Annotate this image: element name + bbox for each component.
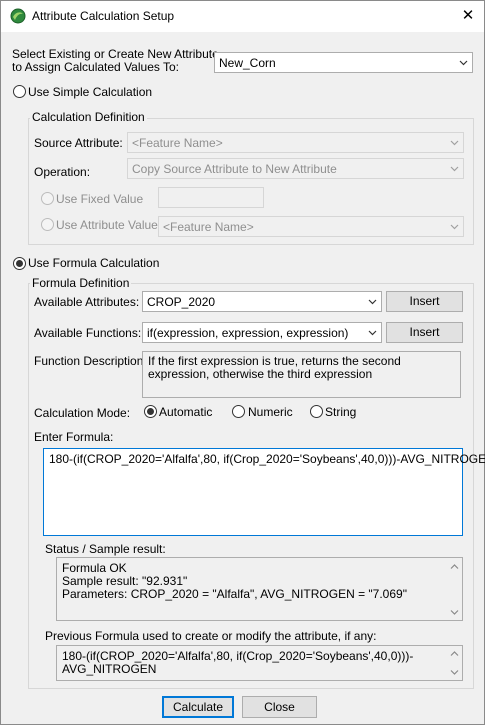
status-line-3: Parameters: CROP_2020 = "Alfalfa", AVG_N…	[62, 587, 407, 601]
use-fixed-value-radio[interactable]	[41, 192, 54, 205]
target-attribute-value: New_Corn	[219, 56, 276, 70]
previous-formula-line-1: 180-(if(CROP_2020='Alfalfa',80, if(Crop_…	[62, 649, 414, 663]
use-formula-calculation-radio[interactable]	[13, 257, 26, 270]
chevron-down-icon	[368, 299, 377, 305]
status-label: Status / Sample result:	[45, 542, 166, 556]
previous-formula-label: Previous Formula used to create or modif…	[45, 629, 377, 643]
function-description-label: Function Description:	[34, 354, 147, 368]
use-formula-calculation-label: Use Formula Calculation	[28, 256, 160, 270]
close-button-label: Close	[264, 700, 295, 714]
calculation-mode-label: Calculation Mode:	[34, 406, 131, 420]
chevron-down-icon	[459, 60, 468, 66]
dialog-window: Attribute Calculation Setup ✕ Select Exi…	[0, 0, 485, 725]
target-attribute-combo[interactable]: New_Corn	[214, 52, 473, 73]
available-functions-value: if(expression, expression, expression)	[147, 326, 349, 340]
enter-formula-label: Enter Formula:	[34, 430, 114, 444]
insert-function-button-label: Insert	[409, 325, 440, 339]
scroll-down-icon[interactable]	[450, 669, 459, 676]
attribute-value-combo[interactable]: <Feature Name>	[158, 216, 464, 237]
available-attributes-combo[interactable]: CROP_2020	[142, 291, 382, 312]
use-simple-calculation-radio[interactable]	[13, 85, 26, 98]
formula-definition-title: Formula Definition	[30, 276, 132, 290]
target-attribute-label-line2: to Assign Calculated Values To:	[12, 60, 179, 74]
use-simple-calculation-label: Use Simple Calculation	[28, 85, 153, 99]
close-button[interactable]: Close	[242, 696, 317, 718]
window-title: Attribute Calculation Setup	[32, 9, 175, 23]
title-bar: Attribute Calculation Setup ✕	[1, 1, 484, 32]
target-attribute-label-line1: Select Existing or Create New Attribute	[12, 47, 219, 61]
mode-string-label: String	[325, 405, 357, 419]
chevron-down-icon	[450, 140, 459, 146]
function-description-text: If the first expression is true, returns…	[148, 354, 405, 381]
available-functions-combo[interactable]: if(expression, expression, expression)	[142, 322, 382, 343]
close-icon: ✕	[461, 7, 475, 24]
scroll-up-icon[interactable]	[450, 563, 459, 570]
previous-formula-scrollbar[interactable]	[448, 647, 461, 679]
source-attribute-value: <Feature Name>	[132, 136, 223, 150]
previous-formula-line-2: AVG_NITROGEN	[62, 662, 157, 676]
use-attribute-value-label: Use Attribute Value	[56, 218, 158, 232]
operation-value: Copy Source Attribute to New Attribute	[132, 162, 337, 176]
insert-attribute-button[interactable]: Insert	[386, 291, 463, 312]
chevron-down-icon	[450, 166, 459, 172]
calculate-button[interactable]: Calculate	[162, 696, 234, 718]
function-description-box: If the first expression is true, returns…	[142, 351, 461, 398]
scroll-up-icon[interactable]	[450, 650, 459, 657]
insert-attribute-button-label: Insert	[409, 294, 440, 308]
status-scrollbar[interactable]	[448, 559, 461, 619]
formula-text: 180-(if(CROP_2020='Alfalfa',80, if(Crop_…	[49, 452, 485, 466]
operation-label: Operation:	[34, 165, 91, 179]
insert-function-button[interactable]: Insert	[386, 322, 463, 343]
previous-formula-box: 180-(if(CROP_2020='Alfalfa',80, if(Crop_…	[56, 645, 463, 681]
use-attribute-value-radio[interactable]	[41, 218, 54, 231]
status-line-2: Sample result: "92.931"	[62, 574, 188, 588]
scroll-down-icon[interactable]	[450, 609, 459, 616]
source-attribute-combo[interactable]: <Feature Name>	[127, 132, 464, 153]
calculate-button-label: Calculate	[172, 700, 224, 714]
formula-input[interactable]: 180-(if(CROP_2020='Alfalfa',80, if(Crop_…	[43, 448, 485, 536]
use-fixed-value-label: Use Fixed Value	[56, 192, 144, 206]
mode-automatic-label: Automatic	[159, 405, 213, 419]
calculation-definition-title: Calculation Definition	[30, 110, 147, 124]
mode-string-radio[interactable]	[310, 405, 323, 418]
fixed-value-input[interactable]	[158, 187, 264, 208]
mode-numeric-radio[interactable]	[232, 405, 245, 418]
mode-numeric-label: Numeric	[248, 405, 293, 419]
chevron-down-icon	[368, 330, 377, 336]
operation-combo[interactable]: Copy Source Attribute to New Attribute	[127, 158, 464, 179]
attribute-value-combo-value: <Feature Name>	[163, 220, 254, 234]
available-attributes-label: Available Attributes:	[34, 295, 140, 309]
status-box: Formula OK Sample result: "92.931" Param…	[56, 557, 463, 621]
available-attributes-value: CROP_2020	[147, 295, 216, 309]
close-window-button[interactable]: ✕	[453, 4, 483, 28]
mode-automatic-radio[interactable]	[144, 405, 157, 418]
globe-leaf-icon	[10, 8, 26, 24]
status-line-1: Formula OK	[62, 561, 127, 575]
available-functions-label: Available Functions:	[34, 326, 142, 340]
chevron-down-icon	[450, 224, 459, 230]
source-attribute-label: Source Attribute:	[34, 136, 123, 150]
